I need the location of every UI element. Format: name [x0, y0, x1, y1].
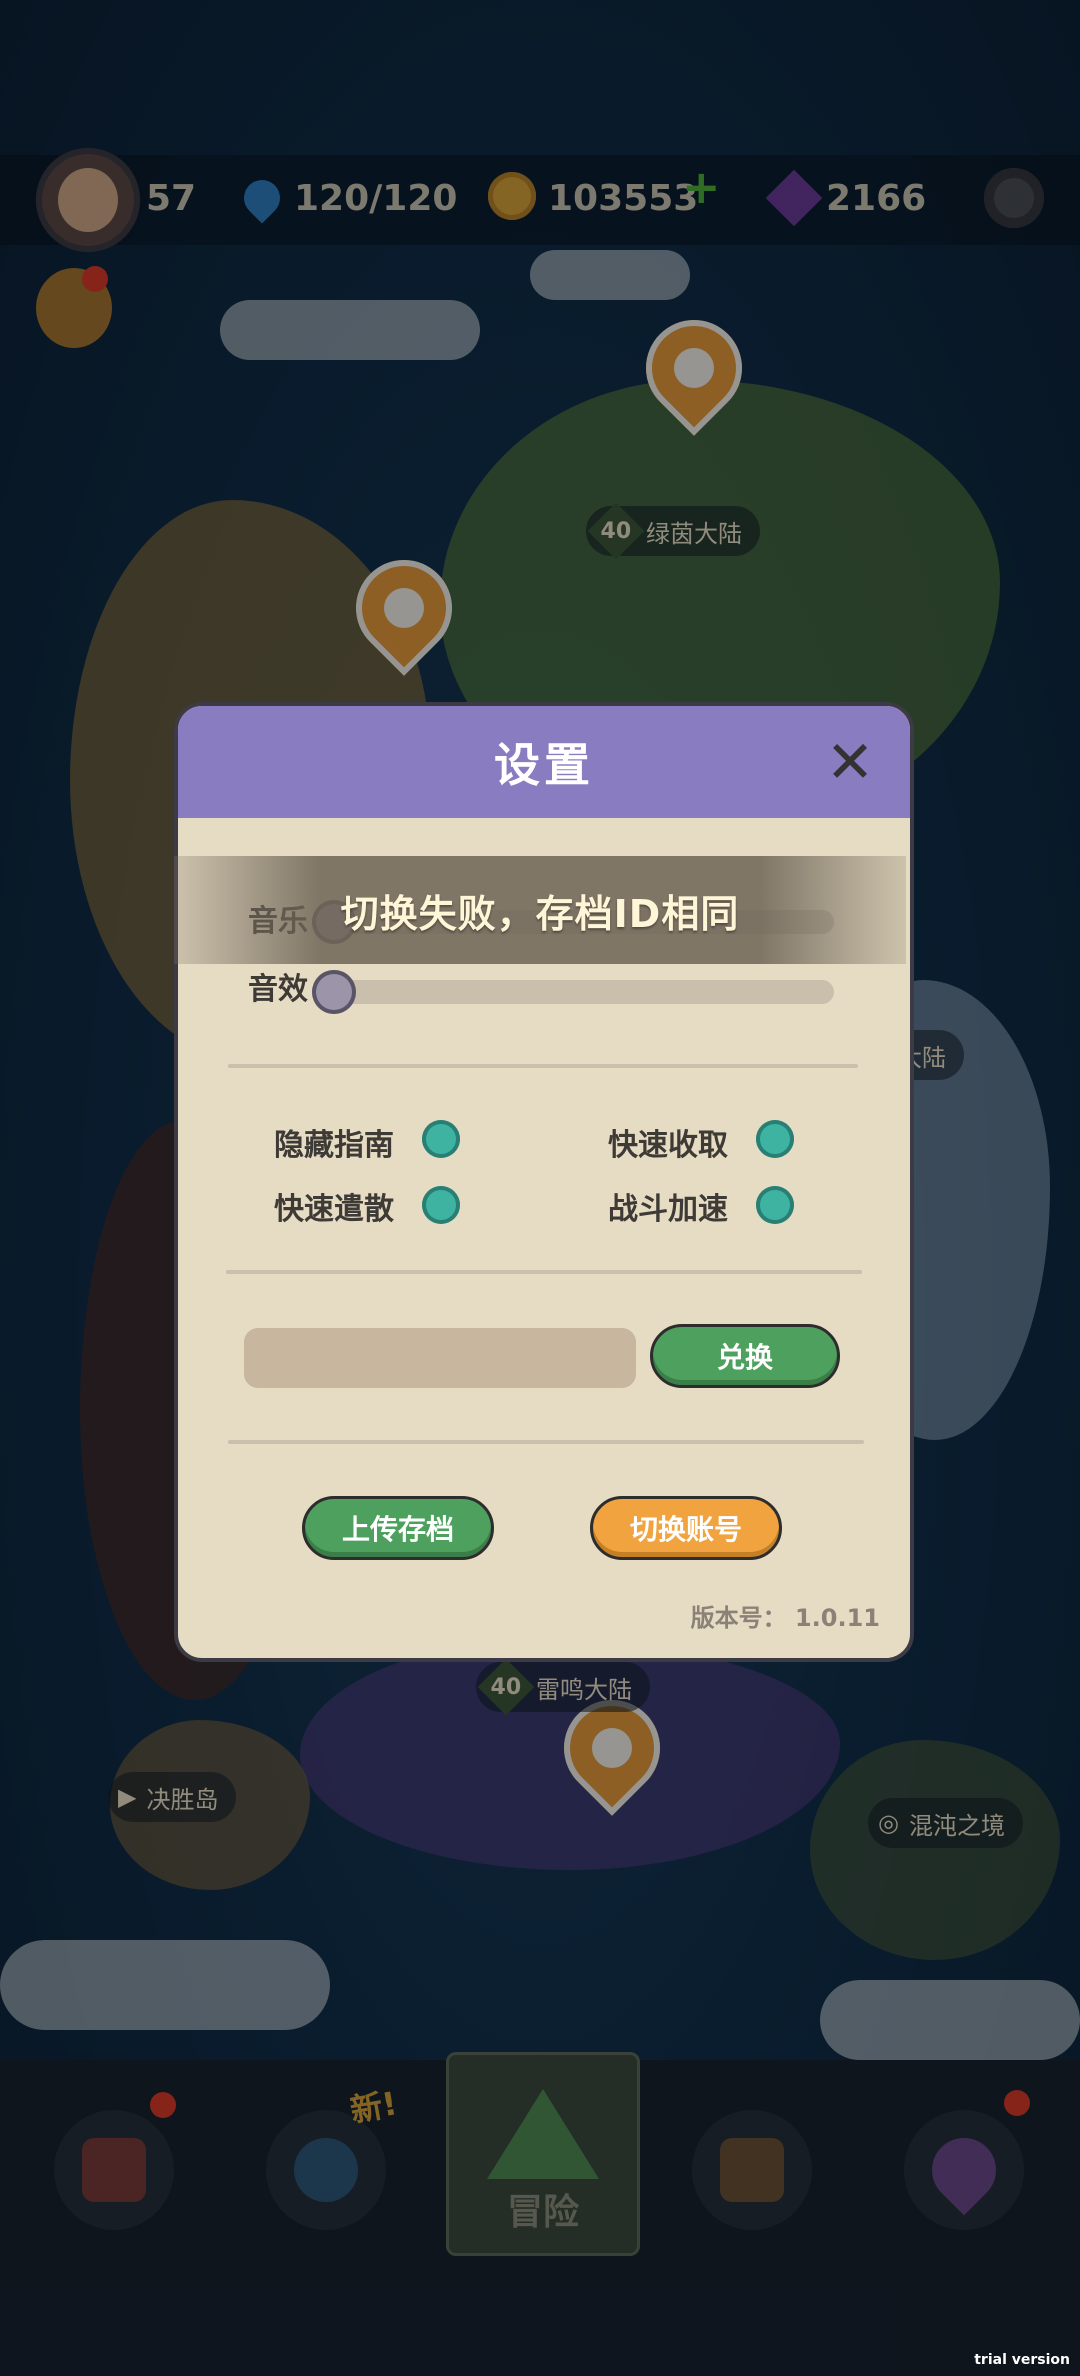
- toggle-battle-speed[interactable]: [756, 1186, 794, 1224]
- sfx-slider-knob[interactable]: [312, 970, 356, 1014]
- upload-save-button[interactable]: 上传存档: [302, 1496, 494, 1560]
- toggle-quick-collect[interactable]: [756, 1120, 794, 1158]
- dialog-title: 设置: [494, 738, 594, 792]
- redeem-code-input[interactable]: [244, 1328, 636, 1388]
- toggle-label-quick-collect: 快速收取: [608, 1128, 728, 1163]
- settings-dialog: 设置 ✕ 音乐 音效 隐藏指南 快速收取 快速遣散 战斗加速 兑换 上传存档 切…: [174, 702, 914, 1662]
- toggle-label-battle-speed: 战斗加速: [608, 1192, 728, 1227]
- sfx-slider[interactable]: [328, 980, 834, 1004]
- switch-account-button[interactable]: 切换账号: [590, 1496, 782, 1560]
- sfx-label: 音效: [248, 972, 308, 1007]
- close-icon[interactable]: ✕: [820, 732, 880, 792]
- trial-watermark: trial version: [974, 2352, 1070, 2368]
- toggle-label-quick-dismiss: 快速遣散: [274, 1192, 394, 1227]
- toggle-label-hide-guide: 隐藏指南: [274, 1128, 394, 1163]
- toggle-hide-guide[interactable]: [422, 1120, 460, 1158]
- version-text: 版本号： 1.0.11: [690, 1604, 880, 1632]
- divider: [228, 1440, 864, 1444]
- divider: [226, 1270, 862, 1274]
- divider: [228, 1064, 858, 1068]
- dialog-header: 设置 ✕: [178, 706, 910, 818]
- error-toast: 切换失败，存档ID相同: [174, 856, 906, 964]
- redeem-button[interactable]: 兑换: [650, 1324, 840, 1388]
- toast-message: 切换失败，存档ID相同: [340, 891, 740, 936]
- toggle-quick-dismiss[interactable]: [422, 1186, 460, 1224]
